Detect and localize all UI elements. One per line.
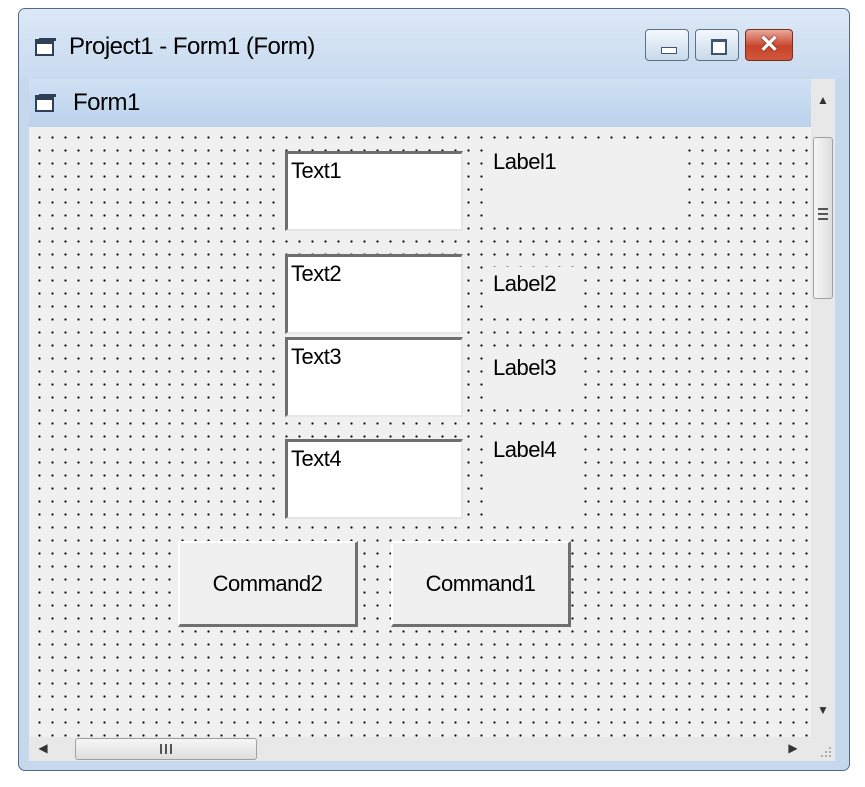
textbox-text4[interactable]: Text4 bbox=[285, 439, 463, 519]
maximize-icon bbox=[711, 39, 727, 55]
label-label4[interactable]: Label4 bbox=[485, 433, 577, 517]
thumb-grip-line bbox=[160, 744, 162, 754]
minimize-icon bbox=[661, 47, 677, 54]
form-icon bbox=[35, 38, 56, 56]
designer-window: Project1 - Form1 (Form) ✕ Form1 Text1 Te… bbox=[18, 8, 850, 771]
vertical-scroll-thumb[interactable] bbox=[813, 137, 833, 299]
minimize-button[interactable] bbox=[645, 29, 689, 61]
close-icon: ✕ bbox=[758, 31, 780, 58]
scroll-down-icon[interactable]: ▼ bbox=[811, 703, 835, 717]
designer-area: Form1 Text1 Text2 Text3 Text4 Label1 Lab… bbox=[29, 79, 835, 761]
scroll-left-icon[interactable]: ◀ bbox=[31, 741, 55, 755]
textbox-text2[interactable]: Text2 bbox=[285, 254, 463, 334]
textbox-text3[interactable]: Text3 bbox=[285, 337, 463, 417]
horizontal-scroll-thumb[interactable] bbox=[75, 738, 257, 760]
thumb-grip-line bbox=[818, 208, 828, 210]
window-title: Project1 - Form1 (Form) bbox=[69, 33, 315, 60]
form-caption: Form1 bbox=[73, 89, 140, 116]
textbox-text1[interactable]: Text1 bbox=[285, 151, 463, 231]
thumb-grip-line bbox=[818, 213, 828, 215]
form-icon bbox=[35, 94, 56, 112]
title-bar[interactable]: Project1 - Form1 (Form) ✕ bbox=[19, 9, 849, 79]
close-button[interactable]: ✕ bbox=[745, 29, 793, 61]
thumb-grip-line bbox=[818, 218, 828, 220]
size-grip-icon[interactable] bbox=[811, 737, 835, 761]
horizontal-scrollbar[interactable]: ◀ ▶ bbox=[29, 737, 811, 761]
scroll-up-icon[interactable]: ▲ bbox=[811, 93, 835, 107]
command1-button[interactable]: Command1 bbox=[391, 541, 571, 627]
thumb-grip-line bbox=[170, 744, 172, 754]
maximize-button[interactable] bbox=[695, 29, 739, 61]
label-label3[interactable]: Label3 bbox=[485, 351, 577, 399]
command2-button[interactable]: Command2 bbox=[178, 541, 358, 627]
scroll-right-icon[interactable]: ▶ bbox=[781, 741, 805, 755]
form-caption-bar[interactable]: Form1 bbox=[29, 79, 811, 127]
thumb-grip-line bbox=[165, 744, 167, 754]
vertical-scrollbar[interactable]: ▲ ▼ bbox=[811, 79, 835, 737]
label-label1[interactable]: Label1 bbox=[485, 145, 685, 227]
form-design-grid[interactable]: Text1 Text2 Text3 Text4 Label1 Label2 La… bbox=[29, 127, 811, 737]
label-label2[interactable]: Label2 bbox=[485, 267, 577, 315]
